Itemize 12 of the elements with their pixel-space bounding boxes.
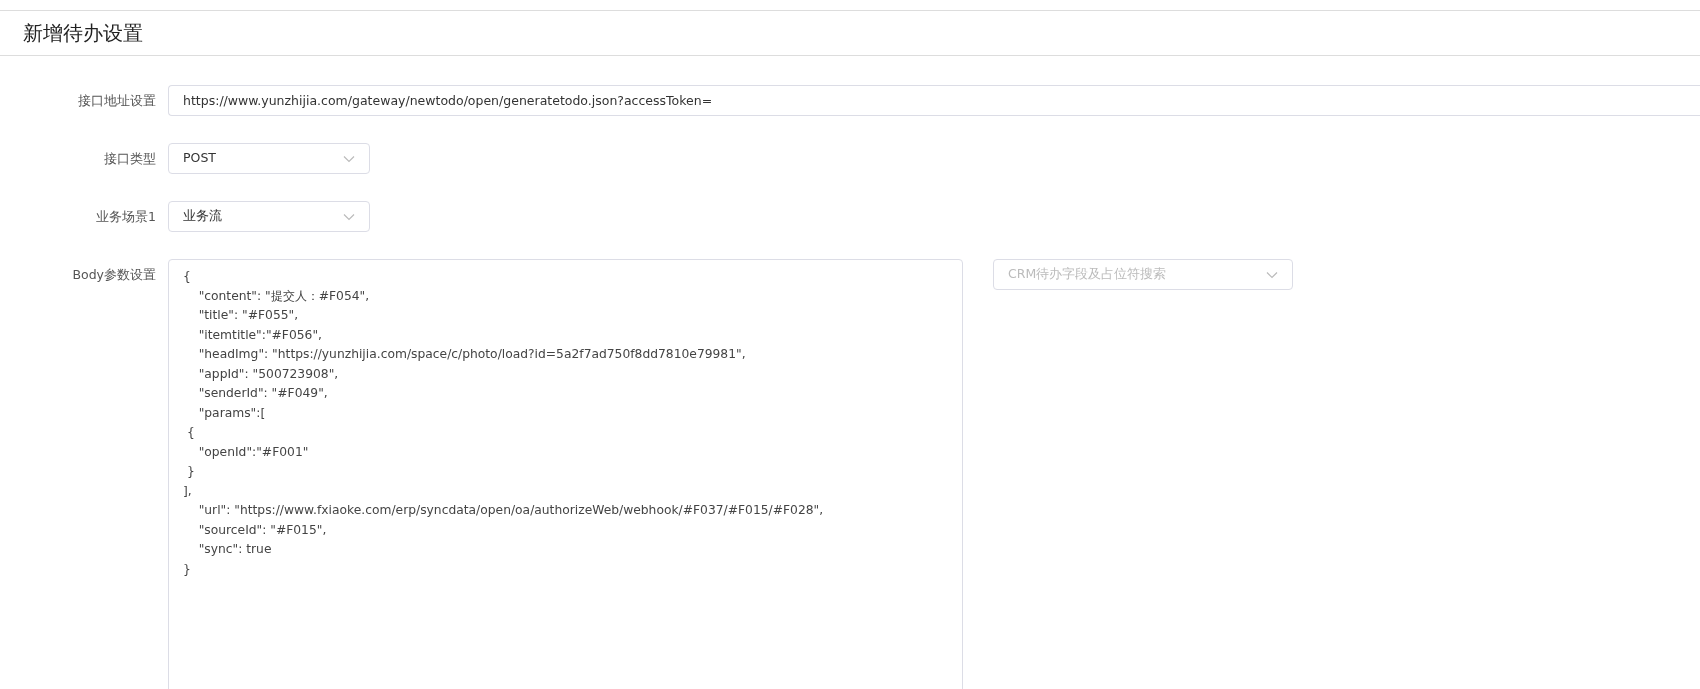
- field-label: 接口地址设置: [77, 92, 157, 110]
- dropdown-select[interactable]: POST: [168, 143, 370, 174]
- chevron-down-icon: [343, 212, 355, 221]
- field-label: 接口类型: [103, 150, 157, 168]
- dropdown-select[interactable]: 业务流: [168, 201, 370, 232]
- url-input-field[interactable]: https://www.yunzhijia.com/gateway/newtodo/open/generatetodo.json?accessToken=: [168, 85, 1700, 116]
- chevron-down-icon: [1266, 270, 1278, 279]
- field-label: 业务场景1: [95, 208, 157, 226]
- chevron-down-icon: [343, 154, 355, 163]
- field-label: Body参数设置: [71, 266, 157, 284]
- body-params-textarea[interactable]: { "content": "提交人：#F054", "title": "#F055", "itemtitle":"#F056", "headImg": "https://yunzhijia.com/space/c/photo/load?id=5a2f7ad750f8dd7810e79981", "appId": "500723908", "senderId": "#F049", "params":[ { "openId":"#F001" } ], "url": "https://www.fxiaoke.com/erp/syncdata/open/oa/authorizeWeb/webhook/#F037/#F015/#F028", "sourceId": "#F015", "sync": true }: [168, 259, 963, 689]
- page-title: 新增待办设置: [23, 20, 143, 47]
